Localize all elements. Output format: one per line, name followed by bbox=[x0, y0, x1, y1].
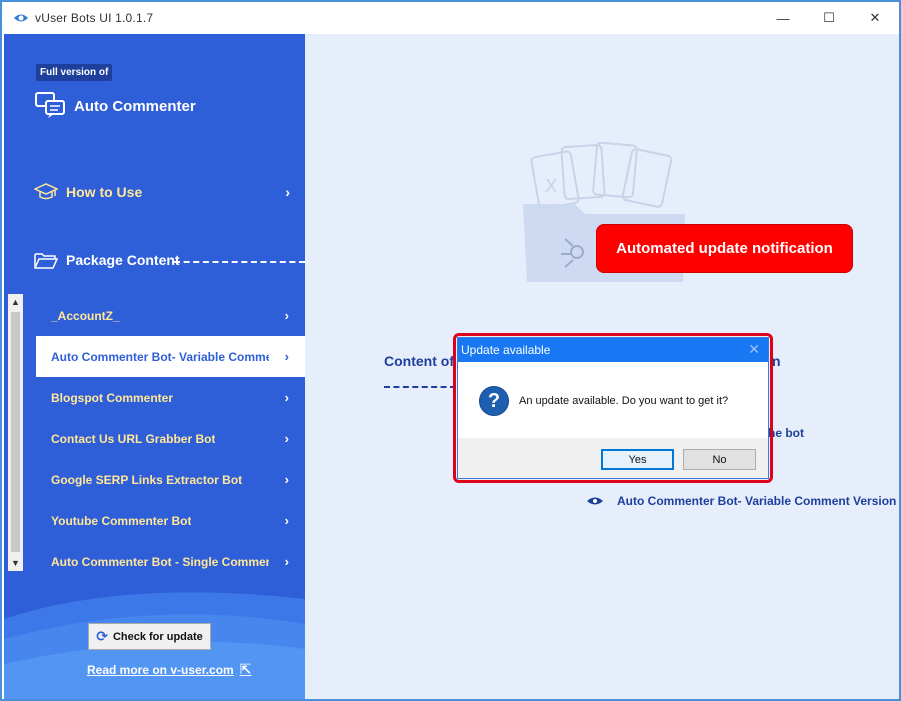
title-bar[interactable]: vUser Bots UI 1.0.1.7 — ☐ ✕ bbox=[2, 2, 899, 34]
list-item-selected[interactable]: Auto Commenter Bot- Variable Comment Ver… bbox=[36, 336, 305, 377]
graduation-cap-icon bbox=[34, 183, 58, 200]
sidebar: Full version of Auto Commenter How to Us… bbox=[4, 34, 305, 699]
dialog-title: Update available bbox=[461, 343, 551, 357]
no-button[interactable]: No bbox=[683, 449, 756, 470]
read-more-label: Read more on v-user.com bbox=[87, 662, 234, 677]
full-version-badge: Full version of bbox=[36, 64, 113, 81]
dialog-message: An update available. Do you want to get … bbox=[519, 395, 729, 407]
list-item-label: Youtube Commenter Bot bbox=[51, 513, 192, 528]
chat-bubbles-icon bbox=[35, 92, 65, 118]
maximize-button[interactable]: ☐ bbox=[806, 2, 852, 34]
list-item[interactable]: _AccountZ_ › bbox=[36, 295, 305, 336]
list-item-label: Blogspot Commenter bbox=[51, 390, 174, 405]
dialog-body: ? An update available. Do you want to ge… bbox=[458, 362, 768, 440]
dialog-title-bar[interactable]: Update available ✕ bbox=[458, 338, 768, 362]
window-title: vUser Bots UI 1.0.1.7 bbox=[35, 11, 154, 25]
list-item-label: _AccountZ_ bbox=[51, 308, 120, 323]
chevron-right-icon: › bbox=[285, 184, 290, 200]
chevron-right-icon: › bbox=[284, 390, 289, 405]
package-content-divider bbox=[174, 261, 305, 263]
package-content-label: Package Content bbox=[66, 252, 180, 268]
svg-text:X: X bbox=[545, 176, 557, 197]
product-header: Auto Commenter bbox=[34, 90, 196, 120]
content-title-tail: n bbox=[772, 353, 781, 369]
refresh-icon: ⟳ bbox=[96, 628, 108, 644]
content-title: Content of bbox=[384, 353, 454, 369]
bot-icon bbox=[587, 497, 603, 505]
chevron-right-icon: › bbox=[284, 431, 289, 446]
app-window: vUser Bots UI 1.0.1.7 — ☐ ✕ Full version… bbox=[0, 0, 901, 701]
list-item-label: Google SERP Links Extractor Bot bbox=[51, 472, 243, 487]
check-for-update-button[interactable]: ⟳ Check for update bbox=[88, 623, 211, 650]
chevron-right-icon: › bbox=[280, 349, 289, 364]
scroll-down-icon[interactable]: ▼ bbox=[8, 555, 23, 571]
product-name: Auto Commenter bbox=[74, 97, 196, 115]
list-item[interactable]: Youtube Commenter Bot › bbox=[36, 500, 305, 541]
content-title-divider bbox=[384, 386, 456, 388]
minimize-button[interactable]: — bbox=[760, 2, 806, 34]
chevron-right-icon: › bbox=[284, 554, 289, 569]
content-item-label: Auto Commenter Bot- Variable Comment Ver… bbox=[617, 494, 897, 508]
scroll-up-icon[interactable]: ▲ bbox=[8, 294, 23, 310]
list-item[interactable]: Auto Commenter Bot - Single Comment › bbox=[36, 541, 305, 582]
list-item[interactable]: Contact Us URL Grabber Bot › bbox=[36, 418, 305, 459]
package-content-menu[interactable]: Package Content bbox=[34, 250, 294, 270]
yes-button[interactable]: Yes bbox=[601, 449, 674, 470]
folder-open-icon bbox=[34, 253, 58, 269]
update-dialog: Update available ✕ ? An update available… bbox=[457, 337, 769, 479]
question-icon: ? bbox=[479, 386, 509, 416]
scroll-thumb[interactable] bbox=[11, 312, 20, 552]
list-item[interactable]: Google SERP Links Extractor Bot › bbox=[36, 459, 305, 500]
chevron-right-icon: › bbox=[284, 308, 289, 323]
update-notification-label: Automated update notification bbox=[596, 224, 853, 273]
external-link-icon: ⇱ bbox=[239, 661, 252, 677]
vuser-logo-icon bbox=[14, 14, 28, 22]
list-item-label: Auto Commenter Bot- Variable Comment Ver… bbox=[51, 349, 269, 364]
list-item[interactable]: Blogspot Commenter › bbox=[36, 377, 305, 418]
how-to-use-menu[interactable]: How to Use › bbox=[34, 182, 294, 202]
list-item-label: Contact Us URL Grabber Bot bbox=[51, 431, 216, 446]
list-scrollbar[interactable]: ▲ ▼ bbox=[8, 294, 23, 571]
close-icon[interactable]: ✕ bbox=[748, 341, 760, 358]
content-bot-label: he bot bbox=[768, 426, 804, 440]
bot-list: _AccountZ_ › Auto Commenter Bot- Variabl… bbox=[36, 295, 305, 582]
how-to-use-label: How to Use bbox=[66, 184, 143, 200]
list-item-label: Auto Commenter Bot - Single Comment bbox=[51, 554, 269, 569]
read-more-link[interactable]: Read more on v-user.com ⇱ bbox=[87, 661, 251, 678]
chevron-right-icon: › bbox=[284, 513, 289, 528]
close-window-button[interactable]: ✕ bbox=[852, 2, 898, 34]
dialog-footer: Yes No bbox=[458, 438, 768, 478]
chevron-right-icon: › bbox=[284, 472, 289, 487]
check-for-update-label: Check for update bbox=[112, 630, 203, 643]
content-list-item[interactable]: Auto Commenter Bot- Variable Comment Ver… bbox=[585, 494, 896, 508]
